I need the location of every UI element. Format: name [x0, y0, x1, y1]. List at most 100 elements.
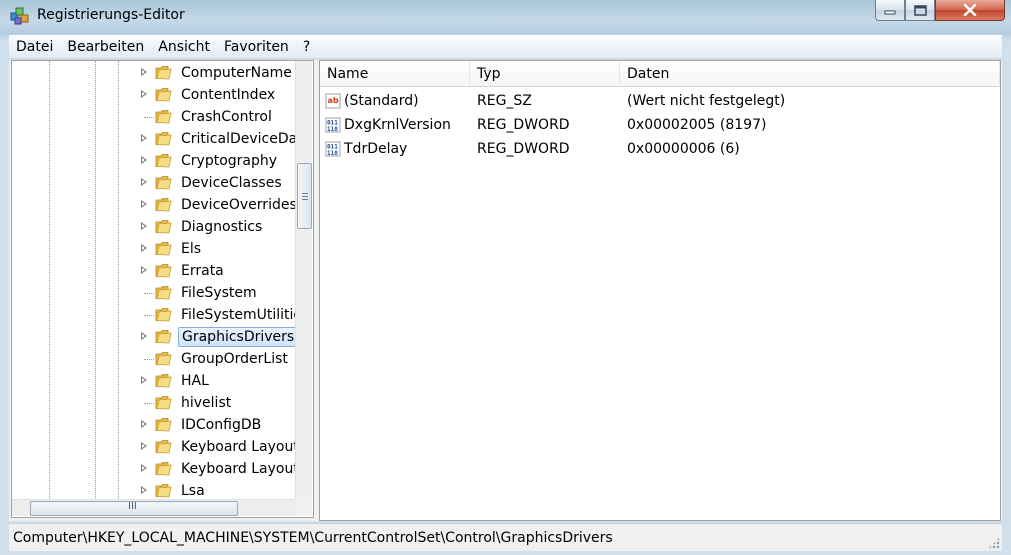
tree-item[interactable]: HAL	[12, 370, 296, 392]
tree-item[interactable]: Els	[12, 238, 296, 260]
folder-icon	[155, 132, 172, 146]
value-data-cell: 0x00000006 (6)	[627, 141, 740, 157]
column-header-name[interactable]: Name	[320, 61, 470, 87]
minimize-icon	[884, 10, 896, 15]
tree-vertical-scroll-thumb[interactable]	[297, 163, 312, 229]
value-type-cell: REG_DWORD	[477, 141, 570, 157]
tree-item[interactable]: Diagnostics	[12, 216, 296, 238]
expand-arrow-icon[interactable]	[139, 222, 148, 231]
folder-icon	[155, 374, 172, 388]
maximize-icon	[913, 4, 927, 16]
key-tree-pane[interactable]: ComputerName ContentIndex CrashControl Crit…	[11, 60, 314, 518]
expand-arrow-icon[interactable]	[139, 376, 148, 385]
expand-arrow-icon[interactable]	[139, 68, 148, 77]
tree-connector	[144, 403, 154, 404]
expand-arrow-icon[interactable]	[139, 90, 148, 99]
expand-arrow-icon[interactable]	[139, 244, 148, 253]
svg-text:110: 110	[327, 150, 338, 157]
tree-item-label: ComputerName	[181, 65, 292, 81]
value-name: TdrDelay	[344, 141, 408, 157]
tree-item-label: GroupOrderList	[181, 351, 288, 367]
tree-item[interactable]: CriticalDeviceDat	[12, 128, 303, 150]
tree-item[interactable]: ComputerName	[12, 62, 296, 84]
menu-datei[interactable]: Datei	[9, 36, 60, 58]
expand-arrow-icon[interactable]	[139, 200, 148, 209]
binary-value-icon: 011110	[325, 141, 341, 157]
folder-icon	[155, 308, 172, 322]
resize-grip-icon[interactable]	[988, 537, 1000, 549]
close-icon	[963, 4, 977, 16]
menu-favoriten[interactable]: Favoriten	[217, 36, 296, 58]
tree-connector	[144, 359, 154, 360]
title-bar[interactable]: Registrierungs-Editor	[0, 0, 1011, 34]
value-row[interactable]: ab (Standard) REG_SZ (Wert nicht festgelegt…	[320, 89, 1000, 113]
tree-item-label: FileSystemUtilitie	[181, 307, 303, 323]
tree-connector	[144, 293, 154, 294]
tree-item-label: DeviceOverrides	[181, 197, 297, 213]
tree-item-label: ContentIndex	[181, 87, 276, 103]
key-tree: ComputerName ContentIndex CrashControl Crit…	[12, 62, 303, 502]
menu-help[interactable]: ?	[296, 36, 317, 58]
tree-item[interactable]: DeviceClasses	[12, 172, 296, 194]
maximize-button[interactable]	[905, 0, 935, 21]
tree-item[interactable]: Cryptography	[12, 150, 296, 172]
tree-item[interactable]: DeviceOverrides	[12, 194, 297, 216]
status-path: Computer\HKEY_LOCAL_MACHINE\SYSTEM\Curre…	[13, 530, 613, 546]
tree-item-label: GraphicsDrivers	[178, 327, 299, 347]
tree-item-label: Keyboard Layout	[181, 461, 299, 477]
tree-item-label: CriticalDeviceDat	[181, 131, 303, 147]
tree-horizontal-scrollbar[interactable]: III	[12, 499, 295, 516]
menu-bearbeiten[interactable]: Bearbeiten	[60, 36, 151, 58]
tree-item[interactable]: hivelist	[12, 392, 296, 414]
expand-arrow-icon[interactable]	[139, 420, 148, 429]
tree-item[interactable]: FileSystem	[12, 282, 296, 304]
value-type-cell: REG_SZ	[477, 93, 532, 109]
column-header-type[interactable]: Typ	[470, 61, 620, 87]
tree-item[interactable]: ContentIndex	[12, 84, 296, 106]
tree-item-label: Errata	[181, 263, 224, 279]
value-name-cell: 011 110 TdrDelay	[320, 141, 470, 157]
tree-item[interactable]: GroupOrderList	[12, 348, 296, 370]
tree-item-label: Lsa	[181, 483, 205, 499]
tree-item-label: Cryptography	[181, 153, 278, 169]
minimize-button[interactable]	[875, 0, 905, 21]
folder-icon	[155, 110, 172, 124]
menu-ansicht[interactable]: Ansicht	[151, 36, 217, 58]
tree-item[interactable]: IDConfigDB	[12, 414, 296, 436]
expand-arrow-icon[interactable]	[139, 464, 148, 473]
folder-icon	[155, 484, 172, 498]
expand-arrow-icon[interactable]	[139, 134, 148, 143]
registry-editor-icon	[10, 7, 29, 25]
value-type-cell: REG_DWORD	[477, 117, 570, 133]
svg-text:ab: ab	[328, 96, 339, 105]
value-data-cell: 0x00002005 (8197)	[627, 117, 767, 133]
tree-item-label: FileSystem	[181, 285, 257, 301]
tree-item[interactable]: Keyboard Layout	[12, 458, 299, 480]
tree-item[interactable]: CrashControl	[12, 106, 296, 128]
values-list-pane[interactable]: Name Typ Daten ab (Standard) REG_SZ (Wert n…	[319, 60, 1001, 521]
expand-arrow-icon[interactable]	[139, 178, 148, 187]
folder-icon	[155, 154, 172, 168]
folder-icon	[155, 176, 172, 190]
menu-bar: Datei Bearbeiten Ansicht Favoriten ?	[9, 35, 1002, 59]
tree-item[interactable]: Errata	[12, 260, 296, 282]
value-row[interactable]: 011 110 DxgKrnlVersion REG_DWORD 0x00002005 …	[320, 113, 1000, 137]
tree-item-label: DeviceClasses	[181, 175, 282, 191]
value-row[interactable]: 011 110 TdrDelay REG_DWORD 0x00000006 (6)	[320, 137, 1000, 161]
expand-arrow-icon[interactable]	[139, 332, 148, 341]
tree-item[interactable]: FileSystemUtilitie	[12, 304, 302, 326]
tree-item-label: CrashControl	[181, 109, 272, 125]
tree-item[interactable]: GraphicsDrivers	[12, 326, 299, 348]
scroll-thumb-grip: III	[128, 501, 137, 512]
tree-horizontal-scroll-thumb[interactable]: III	[30, 501, 238, 516]
tree-item[interactable]: Keyboard Layout	[12, 436, 299, 458]
expand-arrow-icon[interactable]	[139, 442, 148, 451]
close-button[interactable]	[935, 0, 1005, 21]
expand-arrow-icon[interactable]	[139, 486, 148, 495]
expand-arrow-icon[interactable]	[139, 156, 148, 165]
column-header-data[interactable]: Daten	[620, 61, 1000, 87]
expand-arrow-icon[interactable]	[139, 266, 148, 275]
folder-icon	[155, 88, 172, 102]
tree-vertical-scrollbar[interactable]	[295, 61, 312, 499]
tree-item-label: HAL	[181, 373, 209, 389]
